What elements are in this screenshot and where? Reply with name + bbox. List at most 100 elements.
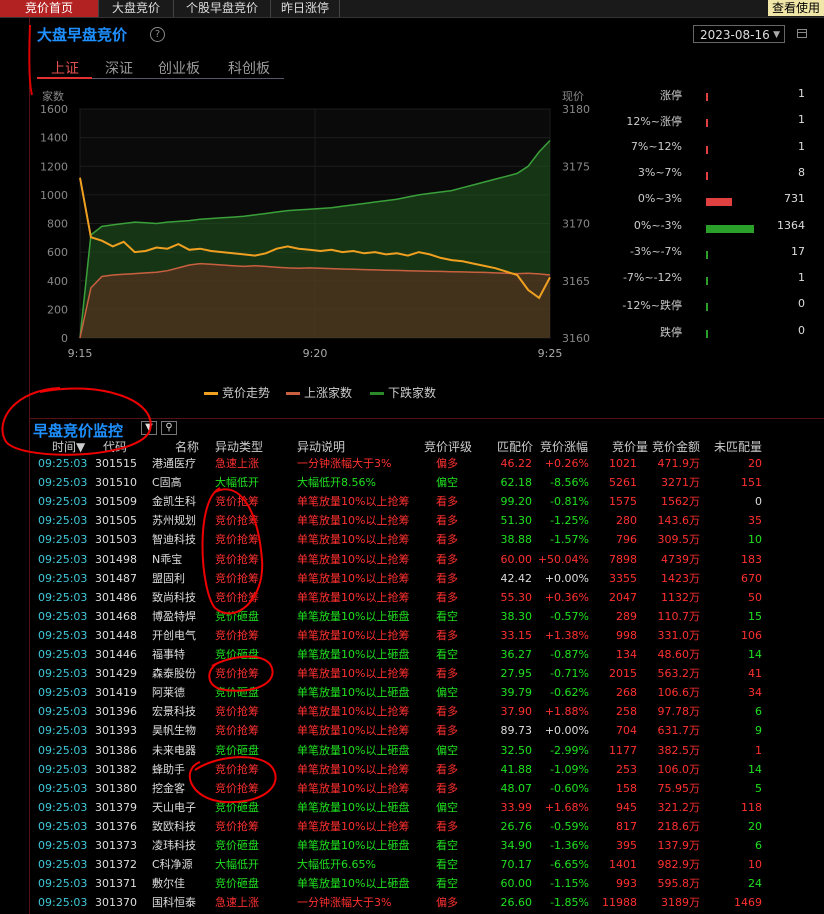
cell-name: 致欧科技 [152,819,196,833]
table-row[interactable]: 09:25:03 301468 博盈特焊 竞价砸盘 单笔放量10%以上砸盘 看空 38.30… [30,607,824,626]
left-tick-label: 800 [47,218,68,231]
cell-time: 09:25:03 [38,819,88,833]
cell-desc: 单笔放量10%以上抢筹 [297,571,410,585]
cell-unmatched: 1 [755,743,762,757]
cell-type: 急速上涨 [215,896,259,910]
cell-type: 竞价抢筹 [215,495,259,509]
table-row[interactable]: 09:25:03 301419 阿莱德 竞价砸盘 单笔放量10%以上砸盘 偏空 39.79 -… [30,683,824,702]
x-tick-label: 9:25 [538,347,563,360]
cell-volume: 11988 [602,896,637,910]
distribution-row: 3%~7% 8 [560,166,810,186]
cell-rating: 看多 [436,571,458,585]
cell-desc: 单笔放量10%以上抢筹 [297,514,410,528]
header-col-price[interactable]: 匹配价 [497,438,533,455]
table-row[interactable]: 09:25:03 301510 C固高 大幅低开 大幅低开8.56% 偏空 62.18 -8.… [30,473,824,492]
cell-time: 09:25:03 [38,743,88,757]
cell-name: 阿莱德 [152,686,185,700]
header-col-type[interactable]: 异动类型 [215,438,263,455]
cell-time: 09:25:03 [38,762,88,776]
cell-code: 301509 [95,495,137,509]
table-row[interactable]: 09:25:03 301487 盟固利 竞价抢筹 单笔放量10%以上抢筹 看多 42.42 +… [30,569,824,588]
legend-item-down: 下跌家数 [370,384,436,401]
table-row[interactable]: 09:25:03 301386 未来电器 竞价砸盘 单笔放量10%以上砸盘 偏空 32.50… [30,741,824,760]
filter-icon[interactable]: ▼ [141,421,157,435]
header-col-name[interactable]: 名称 [175,438,199,455]
table-row[interactable]: 09:25:03 301505 苏州规划 竞价抢筹 单笔放量10%以上抢筹 看多 51.30… [30,511,824,530]
cell-amount: 1423万 [661,571,700,585]
cell-unmatched: 20 [748,819,762,833]
distribution-row: 涨停 1 [560,87,810,107]
search-icon[interactable]: ⚲ [161,421,177,435]
cell-rating: 偏多 [436,896,458,910]
cell-type: 竞价砸盘 [215,877,259,891]
distribution-bar [706,198,732,207]
cell-name: C固高 [152,476,182,490]
header-col-time[interactable]: 时间▼ [52,438,85,455]
cell-desc: 一分钟涨幅大于3% [297,896,392,910]
distribution-label: 3%~7% [637,165,682,179]
distribution-row: -3%~-7% 17 [560,245,810,265]
table-row[interactable]: 09:25:03 301370 国科恒泰 急速上涨 一分钟涨幅大于3% 偏多 26.60 -1… [30,893,824,912]
distribution-row: 0%~-3% 1364 [560,219,810,239]
header-col-desc[interactable]: 异动说明 [297,438,345,455]
cell-rating: 偏空 [436,686,458,700]
cell-change: +0.00% [544,571,589,585]
distribution-label: -12%~跌停 [622,299,682,313]
cell-desc: 单笔放量10%以上抢筹 [297,495,410,509]
cell-change: +1.88% [544,705,589,719]
cell-desc: 单笔放量10%以上砸盘 [297,743,410,757]
cell-volume: 7898 [609,552,637,566]
cell-price: 33.99 [500,800,533,814]
header-col-amount[interactable]: 竞价金额 [652,438,700,455]
cell-name: 敷尔佳 [152,877,185,891]
cell-time: 09:25:03 [38,533,88,547]
table-row[interactable]: 09:25:03 301446 福事特 竞价砸盘 单笔放量10%以上砸盘 看空 36.27 -… [30,645,824,664]
distribution-label: -7%~-12% [622,271,682,285]
legend-swatch-up [286,392,300,395]
cell-time: 09:25:03 [38,495,88,509]
legend-label-down: 下跌家数 [388,386,437,400]
table-row[interactable]: 09:25:03 301380 挖金客 竞价抢筹 单笔放量10%以上抢筹 看多 48.07 -… [30,779,824,798]
cell-desc: 单笔放量10%以上抢筹 [297,533,410,547]
cell-price: 39.79 [500,686,533,700]
cell-name: 智迪科技 [152,533,196,547]
header-col-change[interactable]: 竞价涨幅 [540,438,588,455]
header-col-rating[interactable]: 竞价评级 [424,438,472,455]
cell-price: 33.15 [500,628,533,642]
cell-desc: 单笔放量10%以上抢筹 [297,819,410,833]
table-row[interactable]: 09:25:03 301379 天山电子 竞价砸盘 单笔放量10%以上砸盘 偏空 33.99… [30,798,824,817]
cell-name: 致尚科技 [152,590,196,604]
cell-code: 301371 [95,877,137,891]
cell-volume: 796 [616,533,637,547]
cell-price: 60.00 [500,552,533,566]
table-row[interactable]: 09:25:03 301498 N乖宝 竞价抢筹 单笔放量10%以上抢筹 看多 60.00 +… [30,550,824,569]
table-row[interactable]: 09:25:03 301371 敷尔佳 竞价砸盘 单笔放量10%以上砸盘 看空 60.00 -… [30,874,824,893]
cell-code: 301379 [95,800,137,814]
cell-name: 凌玮科技 [152,839,196,852]
table-row[interactable]: 09:25:03 301393 昊帆生物 竞价抢筹 单笔放量10%以上抢筹 看多 89.73… [30,721,824,740]
table-row[interactable]: 09:25:03 301429 森泰股份 竞价抢筹 单笔放量10%以上抢筹 看多 27.95… [30,664,824,683]
cell-price: 41.88 [500,762,533,776]
cell-volume: 268 [616,686,637,700]
cell-code: 301373 [95,839,137,852]
table-row[interactable]: 09:25:03 301486 致尚科技 竞价抢筹 单笔放量10%以上抢筹 看多 55.30… [30,588,824,607]
table-row[interactable]: 09:25:03 301396 宏景科技 竞价抢筹 单笔放量10%以上抢筹 看多 37.90… [30,702,824,721]
table-row[interactable]: 09:25:03 301515 港通医疗 急速上涨 一分钟涨幅大于3% 偏多 46.22 +0… [30,454,824,473]
table-row[interactable]: 09:25:03 301376 致欧科技 竞价抢筹 单笔放量10%以上抢筹 看多 26.76… [30,817,824,836]
header-col-code[interactable]: 代码 [103,438,127,455]
header-col-volume[interactable]: 竞价量 [612,438,648,455]
cell-name: 福事特 [152,648,185,661]
header-col-unmatched[interactable]: 未匹配量 [714,438,762,455]
table-row[interactable]: 09:25:03 301448 开创电气 竞价抢筹 单笔放量10%以上抢筹 看多 33.15… [30,626,824,645]
cell-name: N乖宝 [152,552,183,566]
cell-code: 301429 [95,667,137,681]
table-row[interactable]: 09:25:03 301372 C科净源 大幅低开 大幅低开6.65% 看空 70.17 -6… [30,855,824,874]
cell-volume: 289 [616,609,637,623]
cell-time: 09:25:03 [38,457,88,470]
cell-unmatched: 50 [748,590,762,604]
table-row[interactable]: 09:25:03 301373 凌玮科技 竞价砸盘 单笔放量10%以上砸盘 看空 34.90… [30,836,824,855]
table-row[interactable]: 09:25:03 301382 蜂助手 竞价抢筹 单笔放量10%以上抢筹 看多 41.88 -… [30,760,824,779]
table-row[interactable]: 09:25:03 301503 智迪科技 竞价抢筹 单笔放量10%以上抢筹 看多 38.88… [30,530,824,549]
cell-name: 宏景科技 [152,705,196,719]
table-row[interactable]: 09:25:03 301509 金凯生科 竞价抢筹 单笔放量10%以上抢筹 看多 99.20… [30,492,824,511]
